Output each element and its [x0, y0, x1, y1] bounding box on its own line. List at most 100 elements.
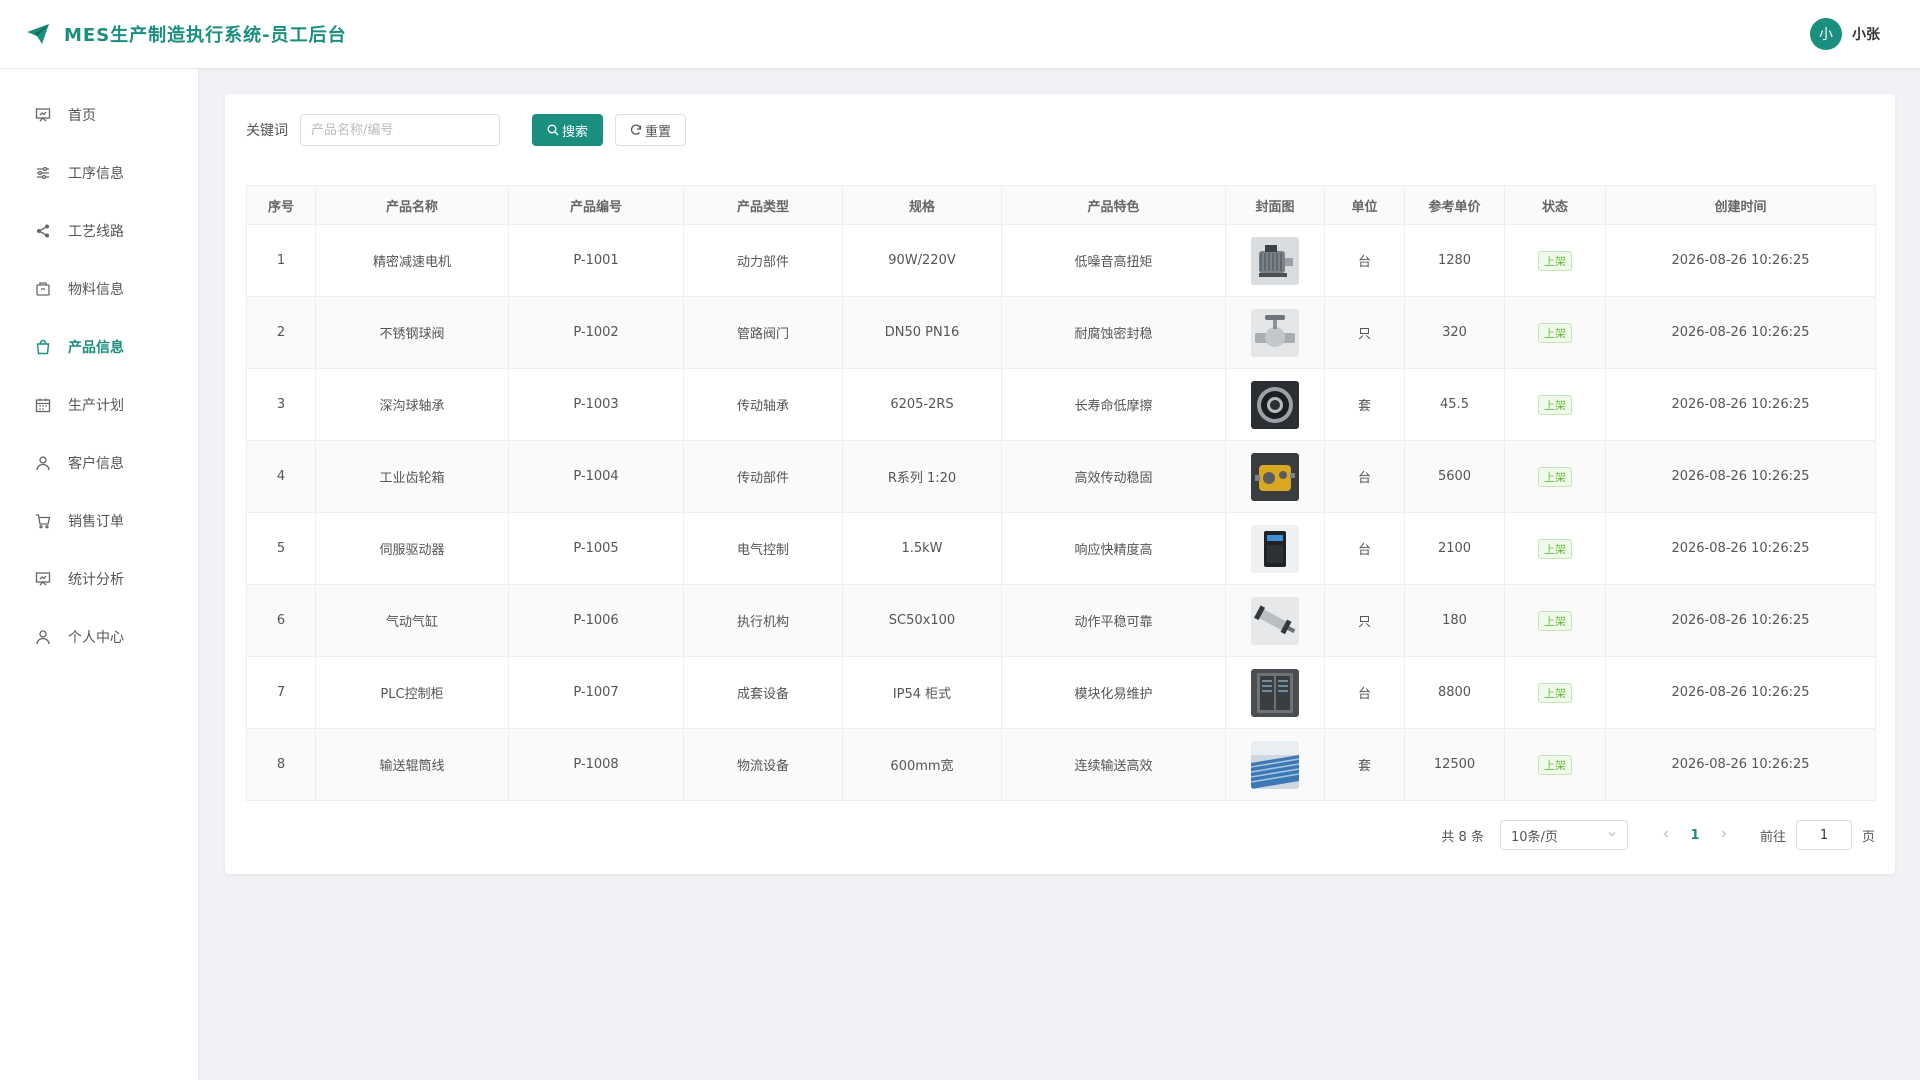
- page-number-current[interactable]: 1: [1680, 828, 1710, 843]
- cell-unit: 台: [1324, 656, 1405, 729]
- cell-index: 1: [246, 224, 316, 297]
- chart-board-icon: [34, 570, 52, 588]
- search-button-label: 搜索: [562, 124, 589, 140]
- cell-created: 2026-08-26 10:26:25: [1605, 224, 1876, 297]
- sidebar-item-label: 工艺线路: [68, 224, 124, 240]
- sidebar-item-material[interactable]: 物料信息: [0, 260, 198, 318]
- cell-type: 执行机构: [683, 584, 843, 657]
- shopping-bag-icon: [34, 338, 52, 356]
- motor-thumbnail[interactable]: [1251, 236, 1299, 285]
- pagination: 共 8 条 10条/页 1 前往 页: [1441, 820, 1875, 850]
- cell-created: 2026-08-26 10:26:25: [1605, 656, 1876, 729]
- cell-index: 5: [246, 512, 316, 585]
- status-badge: 上架: [1538, 754, 1572, 775]
- cylinder-thumbnail[interactable]: [1251, 596, 1299, 645]
- cell-index: 4: [246, 440, 316, 513]
- sidebar-item-label: 首页: [68, 108, 96, 124]
- cell-spec: R系列 1:20: [842, 440, 1002, 513]
- table-row[interactable]: 2 不锈钢球阀 P-1002 管路阀门 DN50 PN16 耐腐蚀密封稳 只 3…: [246, 296, 1876, 369]
- cell-index: 6: [246, 584, 316, 657]
- sidebar-item-profile[interactable]: 个人中心: [0, 608, 198, 666]
- sidebar-item-label: 客户信息: [68, 456, 124, 472]
- cell-spec: IP54 柜式: [842, 656, 1002, 729]
- search-label: 关键词: [246, 123, 288, 139]
- servo-drive-thumbnail[interactable]: [1251, 524, 1299, 573]
- sidebar-item-home[interactable]: 首页: [0, 86, 198, 144]
- cell-feature: 连续输送高效: [1001, 728, 1226, 801]
- product-table: 序号 产品名称 产品编号 产品类型 规格 产品特色 封面图 单位 参考单价 状态…: [246, 185, 1876, 801]
- cell-created: 2026-08-26 10:26:25: [1605, 440, 1876, 513]
- cell-code: P-1006: [508, 584, 684, 657]
- sidebar-item-orders[interactable]: 销售订单: [0, 492, 198, 550]
- page-suffix: 页: [1861, 829, 1875, 845]
- cell-price: 2100: [1404, 512, 1505, 585]
- search-input[interactable]: [300, 114, 500, 146]
- conveyor-thumbnail[interactable]: [1251, 740, 1299, 789]
- sidebar-item-label: 生产计划: [68, 398, 124, 414]
- cabinet-thumbnail[interactable]: [1251, 668, 1299, 717]
- column-header: 状态: [1504, 185, 1606, 225]
- column-header: 封面图: [1225, 185, 1325, 225]
- top-header: MES生产制造执行系统-员工后台 小 小张: [0, 0, 1920, 69]
- table-row[interactable]: 6 气动气缸 P-1006 执行机构 SC50x100 动作平稳可靠 只 180…: [246, 584, 1876, 657]
- goto-label: 前往: [1759, 829, 1786, 845]
- next-page-button[interactable]: [1710, 828, 1738, 843]
- goto-page-input[interactable]: [1795, 820, 1852, 850]
- cell-feature: 动作平稳可靠: [1001, 584, 1226, 657]
- table-row[interactable]: 3 深沟球轴承 P-1003 传动轴承 6205-2RS 长寿命低摩擦 套 45…: [246, 368, 1876, 441]
- table-row[interactable]: 5 伺服驱动器 P-1005 电气控制 1.5kW 响应快精度高 台 2100 …: [246, 512, 1876, 585]
- sidebar-item-stats[interactable]: 统计分析: [0, 550, 198, 608]
- cell-price: 1280: [1404, 224, 1505, 297]
- prev-page-button[interactable]: [1652, 828, 1680, 843]
- cell-name: PLC控制柜: [315, 656, 509, 729]
- cell-created: 2026-08-26 10:26:25: [1605, 728, 1876, 801]
- cell-spec: 600mm宽: [842, 728, 1002, 801]
- bearing-thumbnail[interactable]: [1251, 380, 1299, 429]
- sidebar-item-route[interactable]: 工艺线路: [0, 202, 198, 260]
- cell-unit: 只: [1324, 296, 1405, 369]
- status-badge: 上架: [1538, 250, 1572, 271]
- sidebar-item-label: 统计分析: [68, 572, 124, 588]
- avatar[interactable]: 小: [1810, 18, 1842, 50]
- cell-price: 8800: [1404, 656, 1505, 729]
- cell-feature: 响应快精度高: [1001, 512, 1226, 585]
- status-badge: 上架: [1538, 394, 1572, 415]
- status-badge: 上架: [1538, 610, 1572, 631]
- table-row[interactable]: 8 输送辊筒线 P-1008 物流设备 600mm宽 连续输送高效 套 1250…: [246, 728, 1876, 801]
- cell-unit: 台: [1324, 512, 1405, 585]
- cell-unit: 套: [1324, 368, 1405, 441]
- table-header-row: 序号 产品名称 产品编号 产品类型 规格 产品特色 封面图 单位 参考单价 状态…: [246, 185, 1876, 225]
- cell-name: 气动气缸: [315, 584, 509, 657]
- cell-unit: 台: [1324, 224, 1405, 297]
- reset-button-label: 重置: [645, 124, 672, 140]
- sidebar-item-process[interactable]: 工序信息: [0, 144, 198, 202]
- valve-thumbnail[interactable]: [1251, 308, 1299, 357]
- column-header: 参考单价: [1404, 185, 1505, 225]
- chevron-left-icon: [1663, 830, 1668, 837]
- sidebar-item-plan[interactable]: 生产计划: [0, 376, 198, 434]
- sidebar-item-product[interactable]: 产品信息: [0, 318, 198, 376]
- user-menu[interactable]: 小 小张: [1810, 18, 1880, 50]
- cell-code: P-1007: [508, 656, 684, 729]
- gearbox-thumbnail[interactable]: [1251, 452, 1299, 501]
- status-badge: 上架: [1538, 538, 1572, 559]
- column-header: 创建时间: [1605, 185, 1876, 225]
- refresh-icon: [630, 124, 642, 136]
- cell-name: 精密减速电机: [315, 224, 509, 297]
- sidebar-item-customer[interactable]: 客户信息: [0, 434, 198, 492]
- column-header: 产品特色: [1001, 185, 1226, 225]
- cell-feature: 高效传动稳固: [1001, 440, 1226, 513]
- cell-code: P-1005: [508, 512, 684, 585]
- user-name[interactable]: 小张: [1852, 24, 1880, 44]
- table-row[interactable]: 4 工业齿轮箱 P-1004 传动部件 R系列 1:20 高效传动稳固 台 56…: [246, 440, 1876, 513]
- table-row[interactable]: 1 精密减速电机 P-1001 动力部件 90W/220V 低噪音高扭矩 台 1…: [246, 224, 1876, 297]
- cell-feature: 模块化易维护: [1001, 656, 1226, 729]
- product-list-card: 关键词 搜索 重置 序号 产品名称 产品编号 产品类型 规格 产品特色: [225, 94, 1895, 874]
- search-button[interactable]: 搜索: [532, 114, 604, 146]
- cell-type: 动力部件: [683, 224, 843, 297]
- table-row[interactable]: 7 PLC控制柜 P-1007 成套设备 IP54 柜式 模块化易维护 台 88…: [246, 656, 1876, 729]
- cell-code: P-1001: [508, 224, 684, 297]
- page-size-select[interactable]: 10条/页: [1499, 820, 1628, 850]
- reset-button[interactable]: 重置: [615, 114, 687, 146]
- cell-created: 2026-08-26 10:26:25: [1605, 584, 1876, 657]
